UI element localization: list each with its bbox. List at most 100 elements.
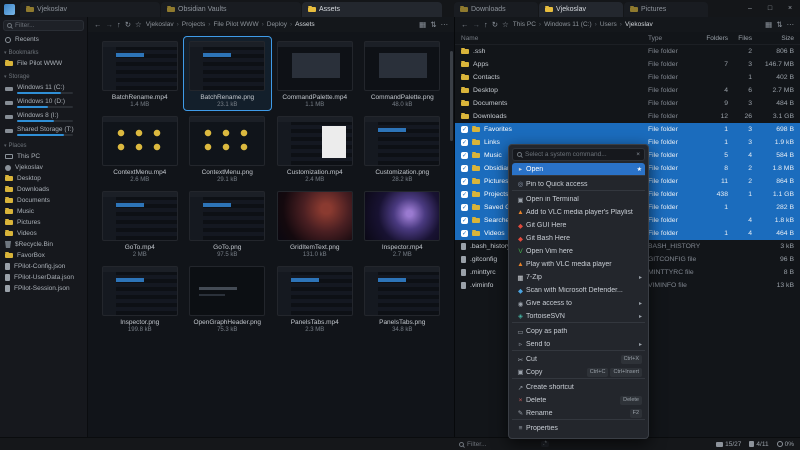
- context-menu-item[interactable]: ≡ Properties ★ ▸: [512, 422, 645, 435]
- grid-item[interactable]: PanelsTabs.mp4 2.3 MB: [271, 262, 359, 335]
- grid-item[interactable]: Inspector.mp4 2.7 MB: [359, 187, 447, 260]
- forward-button[interactable]: →: [473, 17, 481, 32]
- up-button[interactable]: ↑: [117, 17, 121, 32]
- sidebar-item[interactable]: Desktop: [0, 173, 87, 184]
- grid-item[interactable]: ContextMenu.png 29.1 kB: [184, 112, 272, 185]
- back-button[interactable]: ←: [94, 17, 102, 32]
- sidebar-item[interactable]: Pictures: [0, 217, 87, 228]
- column-size[interactable]: Size: [752, 35, 794, 42]
- tab[interactable]: Vjekoslav: [20, 2, 160, 17]
- row-checkbox[interactable]: [461, 191, 468, 198]
- regex-toggle-button[interactable]: .*: [541, 441, 549, 447]
- context-menu-item[interactable]: ▸ Open ★ ▸: [512, 163, 645, 176]
- sidebar-item-drive[interactable]: Windows 10 (D:): [0, 96, 87, 110]
- column-folders[interactable]: Folders: [700, 35, 728, 42]
- sidebar-item-drive[interactable]: Shared Storage (T:): [0, 124, 87, 138]
- context-menu-item[interactable]: ▣ Open in Terminal ★ ▸: [512, 193, 645, 206]
- sort-button[interactable]: ⇅: [430, 17, 436, 32]
- row-checkbox[interactable]: [461, 126, 468, 133]
- column-type[interactable]: Type: [648, 35, 700, 42]
- row-checkbox[interactable]: [461, 139, 468, 146]
- grid-item[interactable]: Customization.mp4 2.4 MB: [271, 112, 359, 185]
- sidebar-filter-input[interactable]: Filter...: [3, 20, 84, 31]
- back-button[interactable]: ←: [461, 17, 469, 32]
- table-row[interactable]: Downloads File folder 12 26 3.1 GB: [455, 110, 800, 123]
- sidebar-section-places[interactable]: ▾ Places: [0, 140, 87, 151]
- sidebar-section-storage[interactable]: ▾ Storage: [0, 71, 87, 82]
- tab[interactable]: Obsidian Vaults: [161, 2, 301, 17]
- row-checkbox[interactable]: [461, 152, 468, 159]
- grid-item[interactable]: GridItemText.png 131.0 kB: [271, 187, 359, 260]
- context-menu-item[interactable]: ◈ TortoiseSVN ★ ▸: [512, 310, 645, 323]
- sidebar-section-bookmarks[interactable]: ▾ Bookmarks: [0, 47, 87, 58]
- context-menu-item[interactable]: ◆ Git GUI Here ★ ▸: [512, 219, 645, 232]
- close-button[interactable]: ×: [780, 0, 800, 17]
- context-menu-item[interactable]: ◆ Scan with Microsoft Defender... ★ ▸: [512, 284, 645, 297]
- favorite-star-icon[interactable]: ★: [637, 166, 642, 173]
- sidebar-item-recents[interactable]: Recents: [0, 34, 87, 45]
- table-row[interactable]: Favorites File folder 1 3 698 B: [455, 123, 800, 136]
- context-menu-item[interactable]: ✂ Cut Ctrl+X ★ ▸: [512, 353, 645, 366]
- breadcrumb-segment[interactable]: Deploy: [259, 21, 287, 28]
- sidebar-item[interactable]: FavorBox: [0, 250, 87, 261]
- breadcrumb-segment[interactable]: Assets: [287, 21, 315, 28]
- sidebar-item[interactable]: Music: [0, 206, 87, 217]
- grid-item[interactable]: ContextMenu.mp4 2.6 MB: [96, 112, 184, 185]
- minimize-button[interactable]: –: [740, 0, 760, 17]
- row-checkbox[interactable]: [461, 204, 468, 211]
- sidebar-item-drive[interactable]: Windows 8 (I:): [0, 110, 87, 124]
- table-row[interactable]: Desktop File folder 4 6 2.7 MB: [455, 84, 800, 97]
- column-files[interactable]: Files: [728, 35, 752, 42]
- sidebar-item-drive[interactable]: Windows 11 (C:): [0, 82, 87, 96]
- context-menu-item[interactable]: ✎ Rename F2 ★ ▸: [512, 407, 645, 420]
- sidebar-item[interactable]: This PC: [0, 151, 87, 162]
- maximize-button[interactable]: □: [760, 0, 780, 17]
- grid-item[interactable]: CommandPalette.mp4 1.1 MB: [271, 37, 359, 110]
- row-checkbox[interactable]: [461, 230, 468, 237]
- up-button[interactable]: ↑: [484, 17, 488, 32]
- sidebar-item[interactable]: Videos: [0, 228, 87, 239]
- grid-item[interactable]: PanelsTabs.png 34.8 kB: [359, 262, 447, 335]
- row-checkbox[interactable]: [461, 165, 468, 172]
- scrollbar-thumb[interactable]: [450, 51, 453, 141]
- context-menu-item[interactable]: ▭ Copy as path ★ ▸: [512, 325, 645, 338]
- context-menu-item[interactable]: ▦ 7-Zip ★ ▸: [512, 271, 645, 284]
- sort-button[interactable]: ⇅: [776, 17, 782, 32]
- breadcrumb-segment[interactable]: Vjekoslav: [146, 21, 174, 28]
- table-row[interactable]: .ssh File folder 2 806 B: [455, 45, 800, 58]
- grid-item[interactable]: GoTo.png 97.5 kB: [184, 187, 272, 260]
- context-menu-item[interactable]: ▲ Add to VLC media player's Playlist ★ ▸: [512, 206, 645, 219]
- breadcrumb-segment[interactable]: Projects: [174, 21, 206, 28]
- refresh-button[interactable]: ↻: [125, 17, 131, 32]
- bookmark-button[interactable]: ☆: [135, 17, 142, 32]
- sidebar-item[interactable]: Vjekoslav: [0, 162, 87, 173]
- sidebar-item[interactable]: FPilot-Config.json: [0, 261, 87, 272]
- tab[interactable]: Assets: [302, 2, 442, 17]
- vertical-scrollbar[interactable]: [450, 51, 453, 433]
- grid-item[interactable]: Inspector.png 199.8 kB: [96, 262, 184, 335]
- table-row[interactable]: Documents File folder 9 3 484 B: [455, 97, 800, 110]
- context-menu-item[interactable]: V Open Vim here ★ ▸: [512, 245, 645, 258]
- row-checkbox[interactable]: [461, 217, 468, 224]
- grid-item[interactable]: BatchRename.mp4 1.4 MB: [96, 37, 184, 110]
- context-menu-item[interactable]: ↗ Create shortcut ★ ▸: [512, 381, 645, 394]
- context-menu-search-input[interactable]: Select a system command... ×: [512, 148, 645, 161]
- breadcrumb-segment[interactable]: Users: [592, 21, 617, 28]
- context-menu-item[interactable]: ◎ Pin to Quick access ★ ▸: [512, 178, 645, 191]
- tab[interactable]: Pictures: [624, 2, 708, 17]
- bookmark-button[interactable]: ☆: [502, 17, 509, 32]
- sidebar-item[interactable]: Documents: [0, 195, 87, 206]
- breadcrumb-segment[interactable]: This PC: [513, 21, 536, 28]
- table-row[interactable]: Contacts File folder 1 402 B: [455, 71, 800, 84]
- context-menu-item[interactable]: ▲ Play with VLC media player ★ ▸: [512, 258, 645, 271]
- sidebar-item[interactable]: $Recycle.Bin: [0, 239, 87, 250]
- column-name[interactable]: Name: [461, 35, 648, 42]
- more-options-button[interactable]: ⋯: [787, 17, 795, 32]
- context-menu-item[interactable]: × Delete Delete ★ ▸: [512, 394, 645, 407]
- context-menu-item[interactable]: ▹ Send to ★ ▸: [512, 338, 645, 351]
- tab[interactable]: Downloads: [454, 2, 538, 17]
- tab[interactable]: Vjekoslav: [539, 2, 623, 17]
- view-mode-button[interactable]: ▦: [419, 17, 426, 32]
- table-row[interactable]: Apps File folder 7 3 146.7 MB: [455, 58, 800, 71]
- context-menu-item[interactable]: ◆ Git Bash Here ★ ▸: [512, 232, 645, 245]
